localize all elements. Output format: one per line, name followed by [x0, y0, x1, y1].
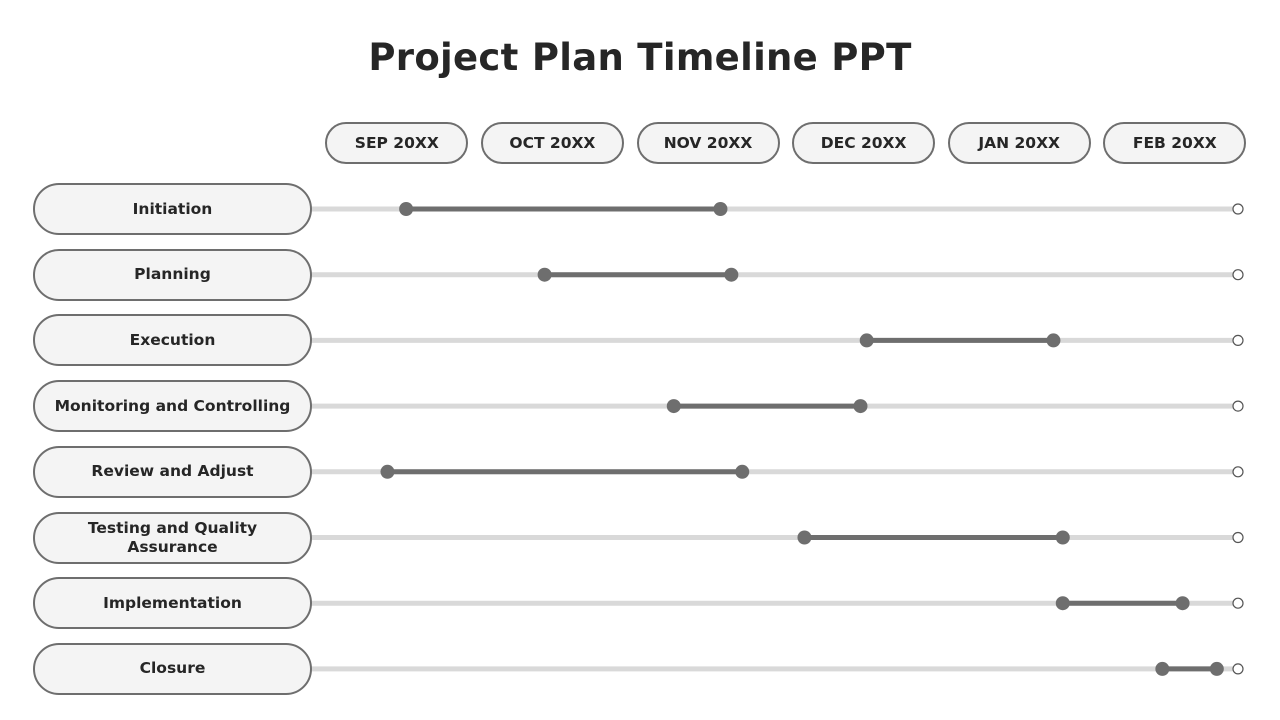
task-start-dot [797, 530, 812, 545]
task-end-dot [735, 464, 750, 479]
track-end-marker [1232, 269, 1244, 281]
task-end-dot [1046, 333, 1061, 348]
task-start-dot [666, 399, 681, 414]
task-start-dot [537, 267, 552, 282]
task-start-dot [1055, 596, 1070, 611]
track-end-marker [1232, 203, 1244, 215]
task-start-dot [399, 202, 414, 216]
task-start-dot [859, 333, 874, 348]
task-start-dot [1155, 661, 1170, 676]
track-end-marker [1232, 597, 1244, 609]
track-end-marker [1232, 531, 1244, 544]
task-end-dot [1175, 596, 1190, 611]
task-start-dot [380, 464, 395, 479]
task-end-dot [853, 399, 868, 414]
track-end-marker [1232, 400, 1244, 412]
task-end-dot [713, 202, 728, 216]
track-end-marker [1232, 663, 1244, 675]
timeline-chart [312, 202, 1244, 676]
task-end-dot [1055, 530, 1070, 545]
track-end-marker [1232, 466, 1244, 478]
task-end-dot [1209, 661, 1224, 676]
task-end-dot [724, 267, 739, 282]
track-end-marker [1232, 334, 1244, 346]
